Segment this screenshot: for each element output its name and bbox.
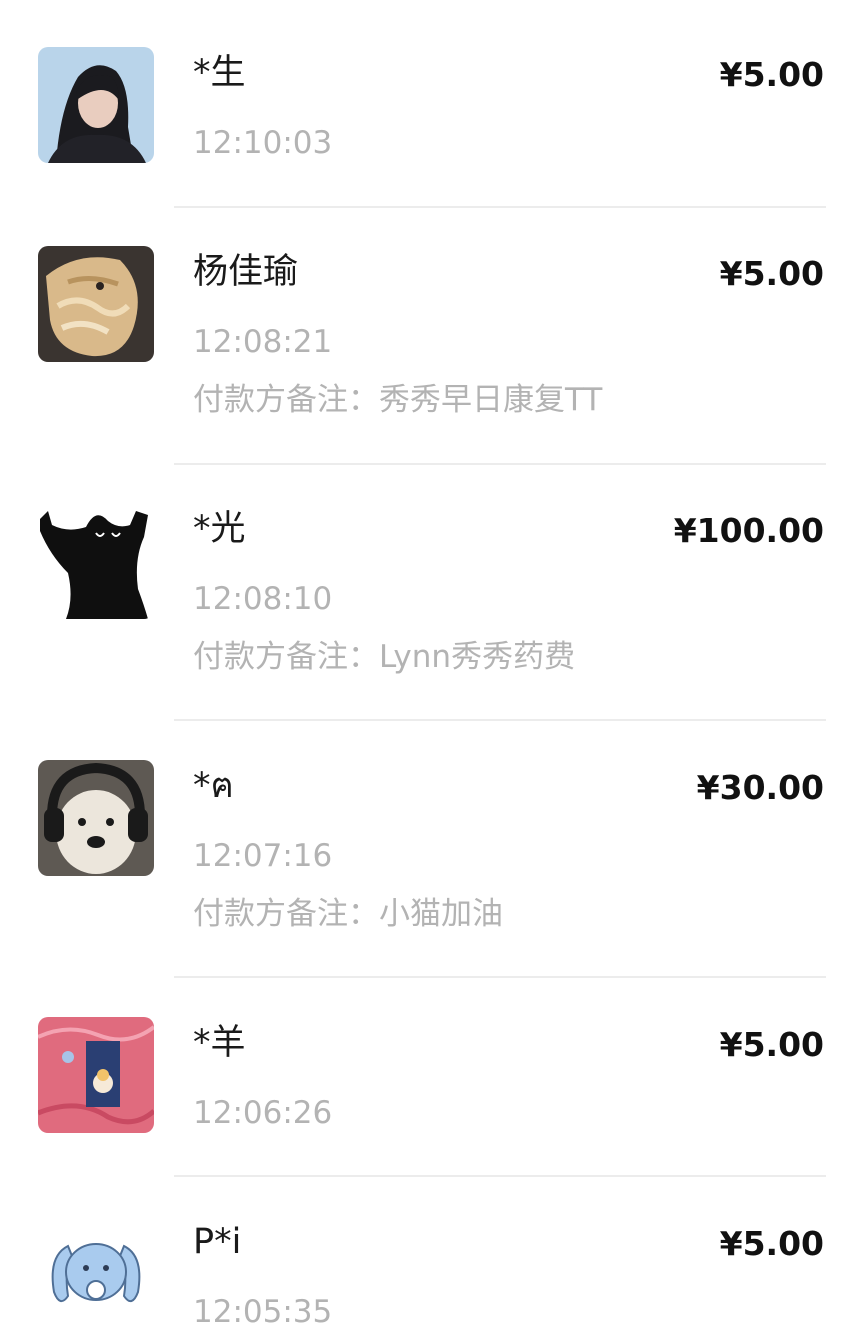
divider <box>174 976 826 978</box>
transaction-list: *生 ¥5.00 12:10:03 杨佳瑜 ¥5.00 12:08:21 付款方… <box>0 0 864 1338</box>
payment-note: 付款方备注：秀秀早日康复TT <box>193 382 603 418</box>
dog-headphones-avatar <box>38 760 154 876</box>
payer-name: *生 <box>193 53 246 93</box>
payer-name: P*i <box>193 1222 242 1262</box>
payer-name: 杨佳瑜 <box>193 252 299 292</box>
black-cat-avatar <box>38 503 154 619</box>
payment-amount: ¥5.00 <box>719 55 824 94</box>
woman-portrait-avatar <box>38 47 154 163</box>
payment-amount: ¥5.00 <box>719 1224 824 1263</box>
blue-bunny-avatar <box>38 1216 154 1332</box>
divider <box>174 463 826 465</box>
payer-name: *光 <box>193 509 246 549</box>
payment-amount: ¥30.00 <box>696 768 824 807</box>
pink-illustration-avatar <box>38 1017 154 1133</box>
payment-note: 付款方备注：小猫加油 <box>193 896 503 932</box>
payment-time: 12:10:03 <box>193 125 333 161</box>
payment-time: 12:07:16 <box>193 838 333 874</box>
payer-name: *ฅ <box>193 766 234 806</box>
payment-amount: ¥5.00 <box>719 254 824 293</box>
payment-time: 12:05:35 <box>193 1294 333 1330</box>
payment-time: 12:08:10 <box>193 581 333 617</box>
divider <box>174 206 826 208</box>
divider <box>174 1175 826 1177</box>
payer-name: *羊 <box>193 1023 246 1063</box>
payment-time: 12:06:26 <box>193 1095 333 1131</box>
payment-time: 12:08:21 <box>193 324 333 360</box>
fluffy-dog-avatar <box>38 246 154 362</box>
payment-amount: ¥100.00 <box>673 511 824 550</box>
payment-amount: ¥5.00 <box>719 1025 824 1064</box>
divider <box>174 719 826 721</box>
payment-note: 付款方备注：Lynn秀秀药费 <box>193 639 576 675</box>
